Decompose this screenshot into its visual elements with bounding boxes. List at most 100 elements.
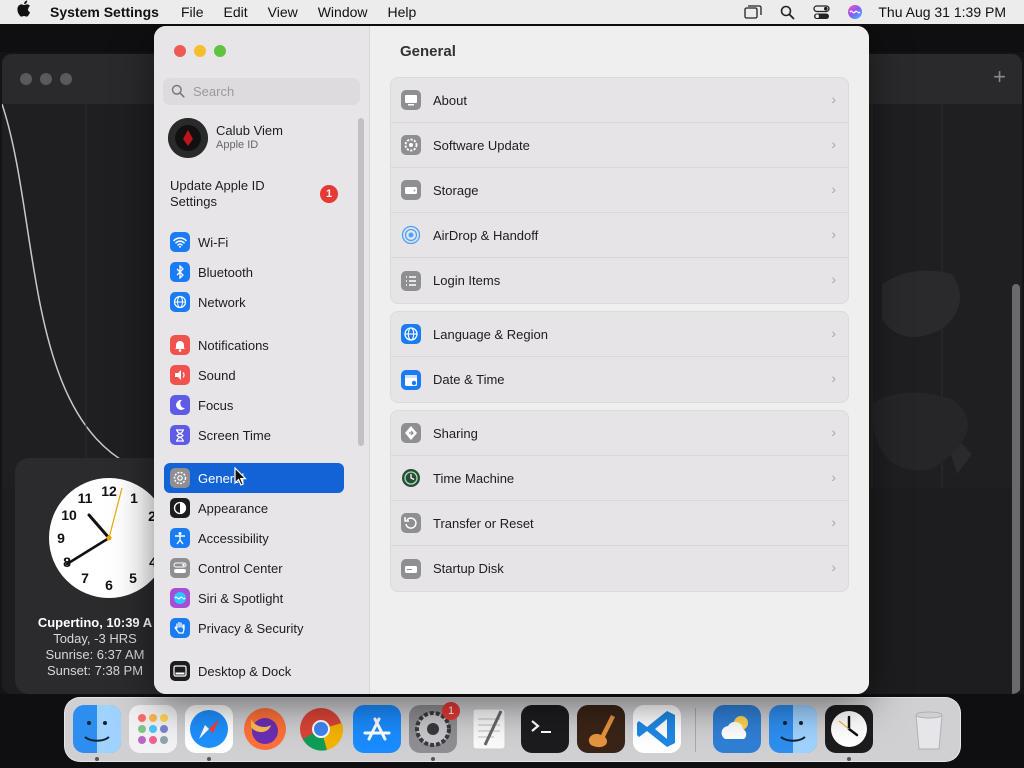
chrome-icon[interactable] [297, 705, 345, 753]
sidebar-scrollbar[interactable] [358, 118, 364, 446]
firefox-icon[interactable] [241, 705, 289, 753]
world-clock-widget[interactable]: 12 1 2 4 5 6 7 8 9 10 11 Cupertino, 10:3… [15, 458, 169, 694]
safari-icon[interactable] [185, 705, 233, 753]
chevron-right-icon: › [831, 181, 836, 197]
chevron-right-icon: › [831, 136, 836, 152]
update-apple-id-settings[interactable]: Update Apple ID Settings [170, 178, 280, 210]
sidebar-item-privacy-security[interactable]: Privacy & Security [164, 613, 344, 643]
weather-icon[interactable] [713, 705, 761, 753]
control-center-icon[interactable] [804, 0, 838, 24]
sidebar-item-label: Wi-Fi [198, 234, 229, 250]
settings-row-transfer-or-reset[interactable]: Transfer or Reset › [391, 501, 848, 546]
clock-number-12: 12 [101, 483, 117, 499]
sidebar-item-label: Focus [198, 397, 234, 413]
sidebar-item-general[interactable]: General [164, 463, 344, 493]
terminal-icon[interactable] [521, 705, 569, 753]
settings-row-language-region[interactable]: Language & Region › [391, 312, 848, 357]
add-icon[interactable]: + [993, 64, 1006, 90]
clock-icon[interactable] [825, 705, 873, 753]
settings-row-label: AirDrop & Handoff [433, 227, 539, 243]
settings-row-sharing[interactable]: Sharing › [391, 411, 848, 456]
sidebar-item-accessibility[interactable]: Accessibility [164, 523, 344, 553]
sidebar-item-appearance[interactable]: Appearance [164, 493, 344, 523]
menu-view[interactable]: View [258, 0, 308, 24]
window-icon[interactable] [736, 0, 770, 24]
background-close-button[interactable] [20, 73, 32, 85]
background-window-scrollbar[interactable] [1012, 284, 1020, 694]
chevron-right-icon: › [831, 424, 836, 440]
settings-row-airdrop-handoff[interactable]: AirDrop & Handoff › [391, 213, 848, 258]
globe-icon [170, 292, 190, 312]
apple-id-account[interactable]: Calub Viem Apple ID [168, 118, 283, 158]
menu-edit[interactable]: Edit [214, 0, 258, 24]
sidebar-item-label: Notifications [198, 337, 269, 353]
zoom-button[interactable] [214, 45, 226, 57]
menu-help[interactable]: Help [378, 0, 427, 24]
minimize-button[interactable] [194, 45, 206, 57]
sidebar-item-control-center[interactable]: Control Center [164, 553, 344, 583]
sidebar-item-notifications[interactable]: Notifications [164, 330, 344, 360]
chevron-right-icon: › [831, 559, 836, 575]
app-store-icon[interactable] [353, 705, 401, 753]
sidebar-item-bluetooth[interactable]: Bluetooth [164, 257, 344, 287]
siri-icon[interactable] [838, 0, 872, 24]
dock-running-indicator [207, 757, 211, 761]
accessibility-icon [170, 528, 190, 548]
garageband-icon[interactable] [577, 705, 625, 753]
settings-row-about[interactable]: About › [391, 78, 848, 123]
search-icon[interactable] [770, 0, 804, 24]
control-center-icon [170, 558, 190, 578]
sidebar-item-label: Desktop & Dock [198, 663, 292, 679]
mouse-cursor-icon [234, 466, 248, 492]
sidebar-item-wi-fi[interactable]: Wi-Fi [164, 227, 344, 257]
globe-icon [401, 324, 421, 344]
chevron-right-icon: › [831, 514, 836, 530]
sidebar-search-field[interactable] [163, 78, 360, 105]
close-button[interactable] [174, 45, 186, 57]
sidebar-item-sound[interactable]: Sound [164, 360, 344, 390]
sidebar-item-desktop-dock[interactable]: Desktop & Dock [164, 656, 344, 686]
app-name-menu[interactable]: System Settings [46, 0, 171, 24]
textedit-icon[interactable] [465, 705, 513, 753]
settings-row-label: Transfer or Reset [433, 515, 534, 531]
clock-number-6: 6 [105, 577, 113, 593]
settings-row-login-items[interactable]: Login Items › [391, 258, 848, 303]
search-input[interactable] [193, 84, 343, 99]
launchpad-icon[interactable] [129, 705, 177, 753]
calendar-icon [401, 369, 421, 390]
trash-icon[interactable] [905, 705, 953, 753]
page-title: General [400, 43, 456, 60]
settings-row-startup-disk[interactable]: Startup Disk › [391, 546, 848, 591]
sidebar-item-network[interactable]: Network [164, 287, 344, 317]
sidebar-item-label: Siri & Spotlight [198, 590, 284, 606]
settings-row-date-time[interactable]: Date & Time › [391, 357, 848, 402]
settings-row-software-update[interactable]: Software Update › [391, 123, 848, 168]
display-icon [401, 90, 421, 110]
sidebar-item-focus[interactable]: Focus [164, 390, 344, 420]
sidebar-item-siri-spotlight[interactable]: Siri & Spotlight [164, 583, 344, 613]
settings-row-time-machine[interactable]: Time Machine › [391, 456, 848, 501]
settings-row-storage[interactable]: Storage › [391, 168, 848, 213]
sidebar-item-label: Privacy & Security [198, 620, 304, 636]
sidebar-item-screen-time[interactable]: Screen Time [164, 420, 344, 450]
menu-window[interactable]: Window [308, 0, 378, 24]
apple-menu-icon[interactable] [0, 0, 46, 25]
disk-icon [401, 180, 421, 200]
finder-alt-icon[interactable] [769, 705, 817, 753]
background-minimize-button[interactable] [40, 73, 52, 85]
menubar-clock[interactable]: Thu Aug 31 1:39 PM [872, 4, 1024, 20]
airdrop-icon [401, 225, 421, 245]
dock-separator [695, 708, 696, 752]
moon-icon [170, 395, 190, 415]
clock-number-1: 1 [130, 490, 138, 506]
chevron-right-icon: › [831, 370, 836, 386]
general-pane: General About › Software Update › Storage › Ai… [370, 26, 869, 694]
finder-icon[interactable] [73, 705, 121, 753]
sidebar-item-label: Bluetooth [198, 264, 253, 280]
clock-sunset-label: Sunset: 7:38 PM [46, 663, 144, 678]
vscode-icon[interactable] [633, 705, 681, 753]
settings-row-label: Language & Region [433, 326, 548, 342]
menu-file[interactable]: File [171, 0, 214, 24]
reset-icon [401, 513, 421, 533]
background-zoom-button[interactable] [60, 73, 72, 85]
